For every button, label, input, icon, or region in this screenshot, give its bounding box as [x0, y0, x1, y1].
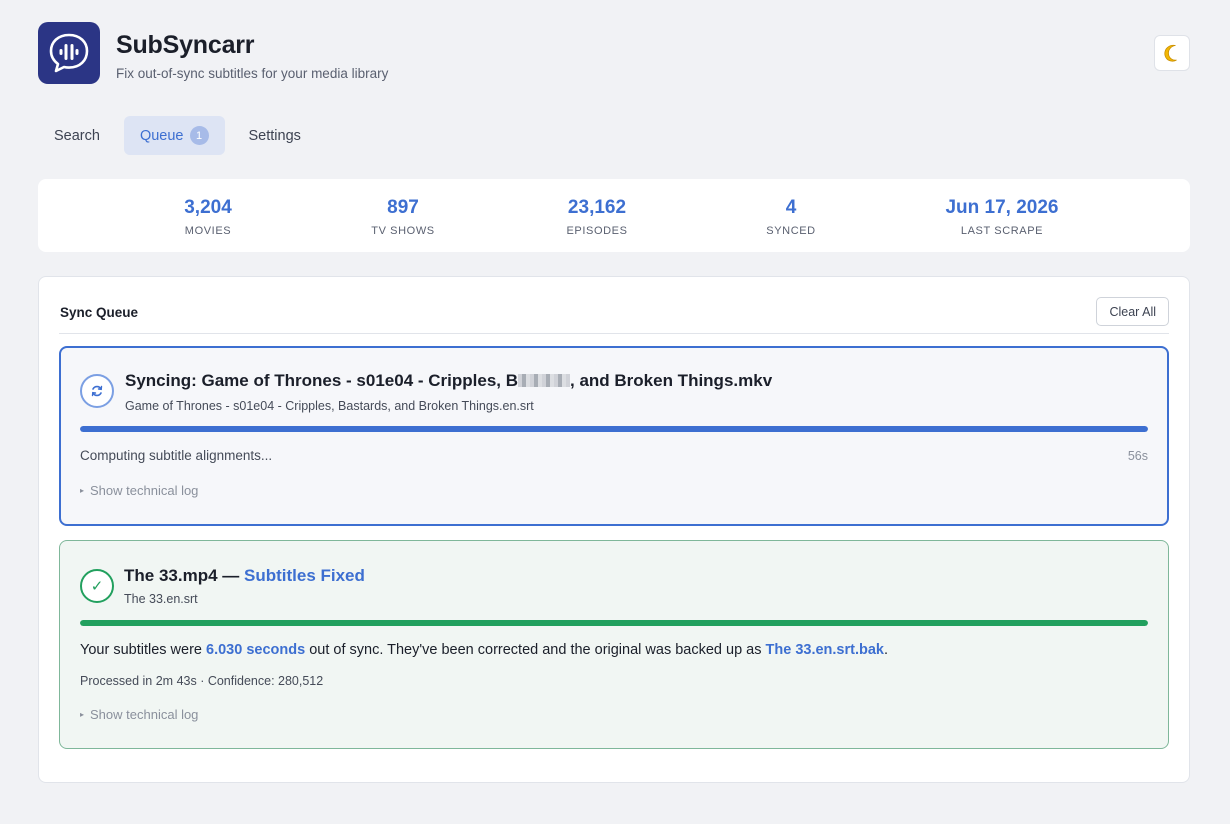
job-title-prefix: Syncing: Game of Thrones - s01e04 - Crip… [125, 371, 518, 390]
stat-value: 23,162 [567, 197, 627, 218]
result-text-part: out of sync. They've been corrected and … [305, 642, 766, 658]
elapsed-time: 56s [1127, 449, 1148, 463]
stat-tv-shows: 897 TV SHOWS [371, 197, 434, 237]
caret-right-icon: ▸ [80, 710, 85, 719]
show-technical-log-toggle[interactable]: ▸ Show technical log [80, 483, 198, 498]
sync-icon [80, 374, 114, 408]
job-title: The 33.mp4 — Subtitles Fixed [124, 566, 365, 586]
job-card-completed: ✓ The 33.mp4 — Subtitles Fixed The 33.en… [59, 540, 1169, 749]
stat-value: 3,204 [184, 197, 232, 218]
result-text-part: . [883, 642, 889, 658]
job-title: Syncing: Game of Thrones - s01e04 - Crip… [125, 371, 772, 391]
stat-label: LAST SCRAPE [960, 225, 1044, 237]
offset-value: 6.030 seconds [206, 642, 306, 658]
stat-value: 897 [387, 197, 419, 218]
app-title: SubSyncarr [116, 31, 255, 59]
censored-text-blur [518, 374, 570, 387]
stat-value: 4 [785, 197, 797, 218]
progress-bar [80, 426, 1148, 432]
backup-file-name: The 33.en.srt.bak [765, 642, 884, 658]
stat-label: SYNCED [766, 225, 816, 237]
subtitle-file-name: Game of Thrones - s01e04 - Cripples, Bas… [125, 399, 534, 413]
tab-settings-label: Settings [248, 127, 301, 144]
divider [59, 333, 1169, 334]
stat-last-scrape: Jun 17, 2026 LAST SCRAPE [945, 197, 1058, 237]
check-icon: ✓ [80, 569, 114, 603]
result-text-part: Your subtitles were [80, 642, 207, 658]
progress-fill [80, 620, 1148, 626]
library-stats: 3,204 MOVIES 897 TV SHOWS 23,162 EPISODE… [38, 179, 1190, 252]
job-status-text: Computing subtitle alignments... [80, 448, 273, 463]
app-logo-icon [38, 22, 100, 84]
job-card-syncing: Syncing: Game of Thrones - s01e04 - Crip… [59, 346, 1169, 526]
progress-bar [80, 620, 1148, 626]
progress-fill [80, 426, 1148, 432]
sync-result-message: Your subtitles were 6.030 seconds out of… [80, 642, 888, 658]
processing-meta: Processed in 2m 43s · Confidence: 280,51… [80, 674, 324, 688]
stat-synced: 4 SYNCED [766, 197, 815, 237]
job-status-label: Subtitles Fixed [243, 566, 365, 585]
tab-queue[interactable]: Queue 1 [123, 116, 225, 155]
app-header: SubSyncarr Fix out-of-sync subtitles for… [38, 22, 1190, 84]
job-title-suffix: , and Broken Things.mkv [570, 371, 773, 390]
stat-label: EPISODES [566, 225, 628, 237]
app-subtitle: Fix out-of-sync subtitles for your media… [116, 66, 389, 81]
job-file-name: The 33.mp4 — [124, 566, 244, 585]
log-toggle-label: Show technical log [90, 483, 199, 498]
stat-value: Jun 17, 2026 [945, 197, 1059, 218]
tab-settings[interactable]: Settings [233, 116, 317, 155]
stat-episodes: 23,162 EPISODES [566, 197, 627, 237]
theme-toggle-button[interactable] [1154, 35, 1190, 71]
panel-title: Sync Queue [60, 305, 139, 320]
main-tabs: Search Queue 1 Settings [38, 116, 317, 155]
stat-label: MOVIES [184, 225, 232, 237]
moon-icon [1164, 44, 1177, 62]
subtitle-file-name: The 33.en.srt [124, 592, 198, 606]
clear-all-button[interactable]: Clear All [1096, 297, 1169, 326]
stat-label: TV SHOWS [371, 225, 435, 237]
tab-search-label: Search [54, 127, 100, 144]
stat-movies: 3,204 MOVIES [184, 197, 232, 237]
show-technical-log-toggle[interactable]: ▸ Show technical log [80, 707, 198, 722]
queue-count-badge: 1 [189, 126, 209, 145]
tab-search[interactable]: Search [38, 116, 116, 155]
log-toggle-label: Show technical log [90, 707, 199, 722]
sync-queue-panel: Sync Queue Clear All Syncing: Game of Th… [38, 276, 1190, 783]
tab-queue-label: Queue [139, 127, 184, 144]
caret-right-icon: ▸ [80, 486, 85, 495]
